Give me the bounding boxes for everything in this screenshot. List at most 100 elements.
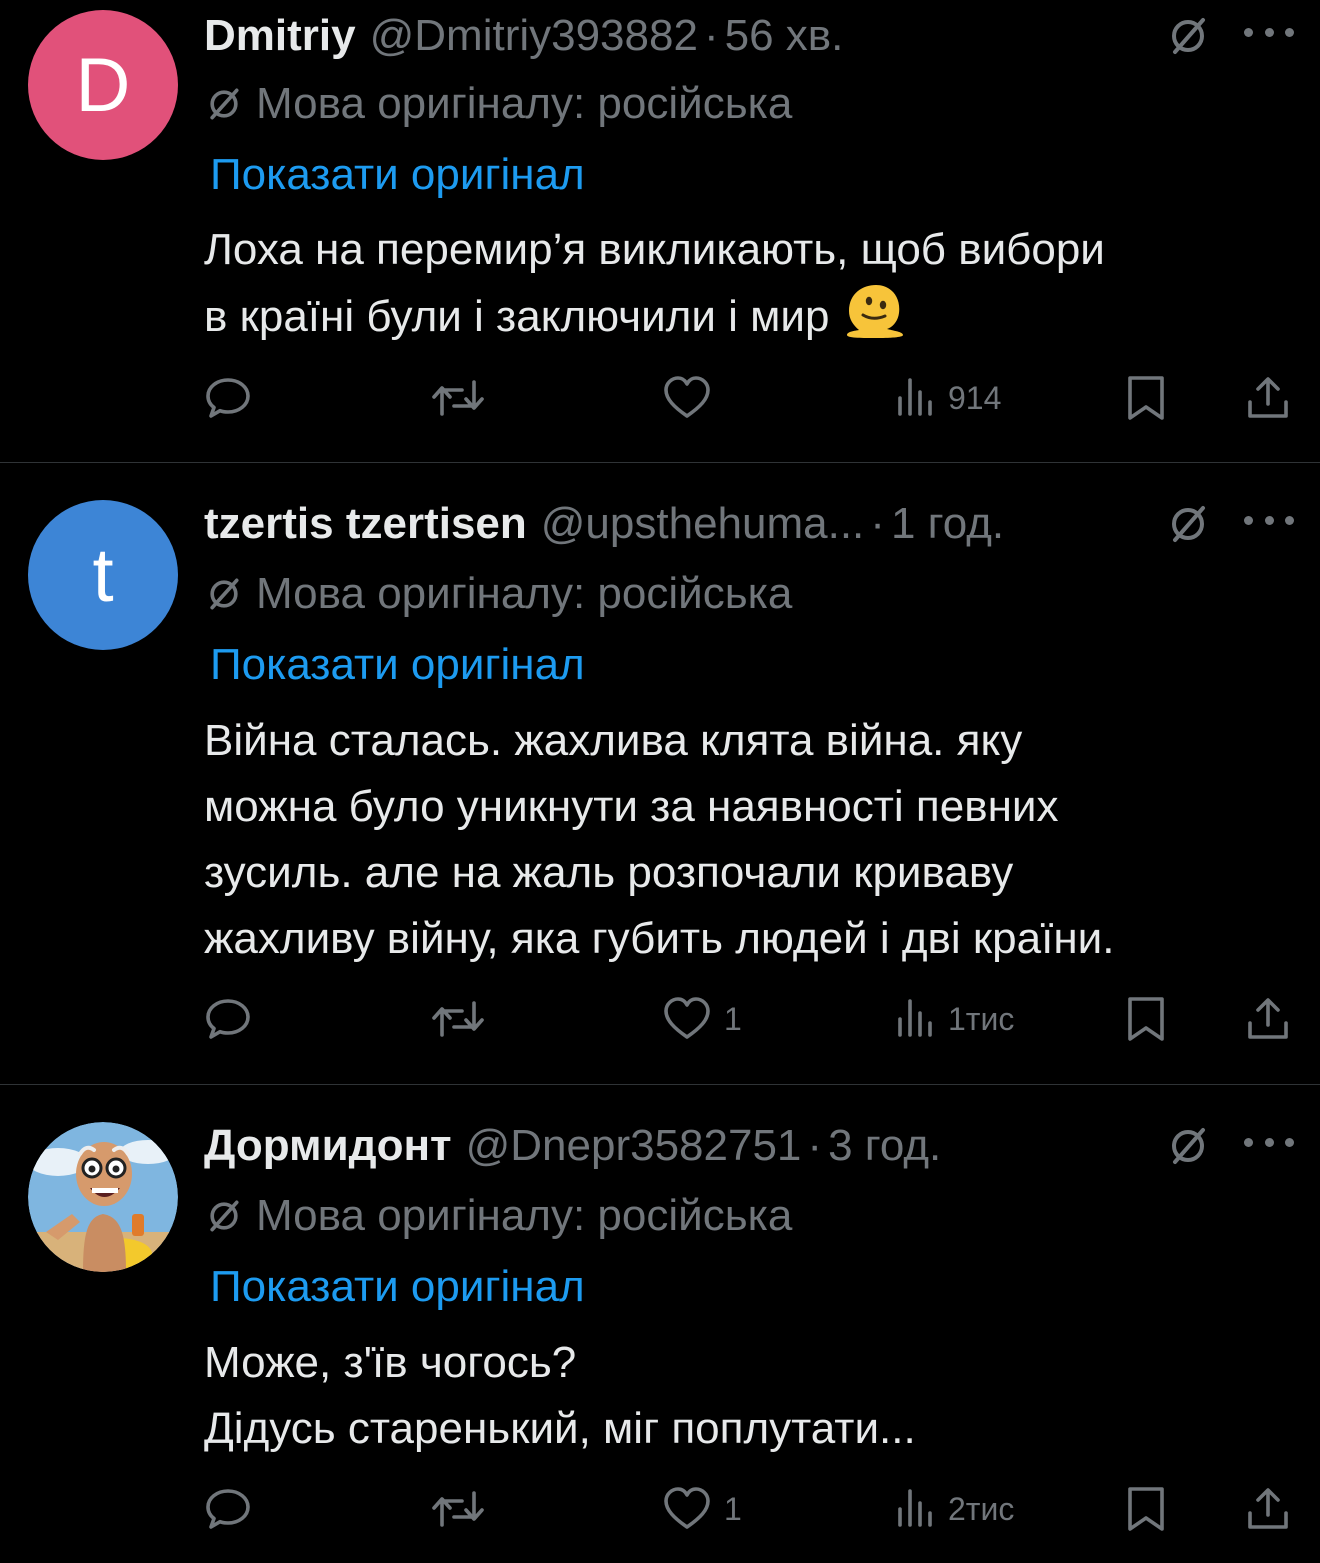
- translate-slash-icon: [210, 578, 239, 610]
- post-time[interactable]: 1 год.: [891, 499, 1004, 549]
- post-time[interactable]: 56 хв.: [725, 11, 844, 61]
- original-language-text: Мова оригіналу: російська: [256, 79, 793, 128]
- post-text-line: в країні були і заключили і мир: [204, 292, 830, 341]
- reply-icon: [206, 999, 250, 1039]
- views-icon: [898, 378, 932, 416]
- reply-button[interactable]: [204, 1479, 252, 1539]
- translate-slash-icon[interactable]: [1166, 1124, 1210, 1168]
- bookmark-button[interactable]: [1126, 368, 1166, 428]
- translate-slash-icon: [210, 88, 239, 120]
- post-header: Dmitriy @Dmitriy393882 · 56 хв.: [204, 6, 843, 66]
- author-name[interactable]: tzertis tzertisen: [204, 499, 527, 549]
- post[interactable]: D Dmitriy @Dmitriy393882 · 56 хв. Мова о…: [0, 6, 1320, 446]
- show-original-link[interactable]: Показати оригінал: [210, 150, 585, 200]
- views-button[interactable]: 2тис: [896, 1479, 1014, 1539]
- avatar-letter: D: [75, 42, 131, 128]
- views-count: 1тис: [948, 1000, 1015, 1037]
- bookmark-icon: [1128, 376, 1164, 420]
- views-button[interactable]: 1тис: [896, 989, 1014, 1049]
- original-language-note: Мова оригіналу: російська: [204, 566, 792, 622]
- divider: [0, 1084, 1320, 1085]
- reply-button[interactable]: [204, 989, 252, 1049]
- divider: [0, 462, 1320, 463]
- repost-button[interactable]: [430, 1479, 486, 1539]
- views-count: 914: [948, 379, 1002, 416]
- views-icon: [898, 999, 932, 1037]
- post[interactable]: Дормидонт @Dnepr3582751 · 3 год. Мова ор…: [0, 1116, 1320, 1561]
- share-icon: [1248, 377, 1288, 418]
- more-icon[interactable]: [1244, 12, 1294, 52]
- avatar[interactable]: t: [28, 500, 178, 650]
- share-button[interactable]: [1246, 1479, 1290, 1539]
- post-text-line: Може, з'їв чогось?: [204, 1338, 577, 1387]
- bookmark-button[interactable]: [1126, 1479, 1166, 1539]
- original-language-text: Мова оригіналу: російська: [256, 569, 793, 618]
- reply-icon: [206, 1489, 250, 1529]
- original-language-note: Мова оригіналу: російська: [204, 76, 792, 132]
- like-button[interactable]: [662, 368, 724, 428]
- post-body: Лоха на перемир’я викликають, щоб вибори…: [204, 217, 1304, 350]
- like-button[interactable]: 1: [662, 1479, 742, 1539]
- repost-icon: [432, 1001, 484, 1037]
- like-icon: [664, 997, 710, 1039]
- author-handle[interactable]: @Dmitriy393882: [370, 11, 698, 61]
- post-text-line-with-emoji: в країні були і заключили і мир: [204, 283, 1304, 350]
- show-original-link[interactable]: Показати оригінал: [210, 1262, 585, 1312]
- post-actions: 914: [0, 368, 1320, 428]
- author-name[interactable]: Дормидонт: [204, 1121, 452, 1171]
- repost-icon: [432, 380, 484, 416]
- post-body: Може, з'їв чогось? Дідусь старенький, мі…: [204, 1330, 1304, 1462]
- translate-slash-icon: [210, 1200, 239, 1232]
- post-text-line: зусиль. але на жаль розпочали криваву: [204, 848, 1014, 897]
- avatar[interactable]: D: [28, 10, 178, 160]
- cartoon-old-man-avatar: [28, 1122, 178, 1272]
- like-icon: [664, 1487, 710, 1529]
- author-handle[interactable]: @upsthehuma...: [541, 499, 865, 549]
- show-original-link[interactable]: Показати оригінал: [210, 640, 585, 690]
- avatar-letter: t: [92, 532, 114, 618]
- bookmark-button[interactable]: [1126, 989, 1166, 1049]
- reply-button[interactable]: [204, 368, 252, 428]
- views-count: 2тис: [948, 1490, 1015, 1527]
- post-text-line: можна було уникнути за наявності певних: [204, 782, 1059, 831]
- melting-face-emoji: [847, 285, 904, 338]
- views-icon: [898, 1489, 932, 1527]
- share-icon: [1248, 1488, 1288, 1529]
- like-count: 1: [724, 1000, 742, 1037]
- more-icon[interactable]: [1244, 500, 1294, 540]
- post-header: tzertis tzertisen @upsthehuma... · 1 год…: [204, 494, 1004, 554]
- bookmark-icon: [1128, 997, 1164, 1041]
- bookmark-icon: [1128, 1487, 1164, 1531]
- separator-dot: ·: [703, 11, 719, 60]
- translate-slash-icon[interactable]: [1166, 502, 1210, 546]
- views-button[interactable]: 914: [896, 368, 1001, 428]
- avatar[interactable]: [28, 1122, 178, 1272]
- post-actions: 1 1тис: [0, 989, 1320, 1049]
- translate-slash-icon[interactable]: [1166, 14, 1210, 58]
- post-text-line: Війна сталась. жахлива клята війна. яку: [204, 716, 1023, 765]
- share-button[interactable]: [1246, 989, 1290, 1049]
- share-button[interactable]: [1246, 368, 1290, 428]
- author-name[interactable]: Dmitriy: [204, 11, 356, 61]
- original-language-text: Мова оригіналу: російська: [256, 1191, 793, 1240]
- repost-icon: [432, 1491, 484, 1527]
- post-text-line: Дідусь старенький, міг поплутати...: [204, 1404, 916, 1453]
- post-actions: 1 2тис: [0, 1479, 1320, 1539]
- author-handle[interactable]: @Dnepr3582751: [466, 1121, 802, 1171]
- original-language-note: Мова оригіналу: російська: [204, 1188, 792, 1244]
- more-icon[interactable]: [1244, 1122, 1294, 1162]
- share-icon: [1248, 998, 1288, 1039]
- post-text-line: Лоха на перемир’я викликають, щоб вибори: [204, 225, 1105, 274]
- like-icon: [664, 376, 710, 418]
- post-header: Дормидонт @Dnepr3582751 · 3 год.: [204, 1116, 941, 1176]
- post[interactable]: t tzertis tzertisen @upsthehuma... · 1 г…: [0, 494, 1320, 1064]
- repost-button[interactable]: [430, 368, 486, 428]
- like-count: 1: [724, 1490, 742, 1527]
- separator-dot: ·: [870, 499, 885, 548]
- reply-icon: [206, 378, 250, 418]
- post-text-line: жахливу війну, яка губить людей і дві кр…: [204, 914, 1115, 963]
- repost-button[interactable]: [430, 989, 486, 1049]
- like-button[interactable]: 1: [662, 989, 742, 1049]
- separator-dot: ·: [807, 1121, 823, 1170]
- post-time[interactable]: 3 год.: [828, 1121, 941, 1171]
